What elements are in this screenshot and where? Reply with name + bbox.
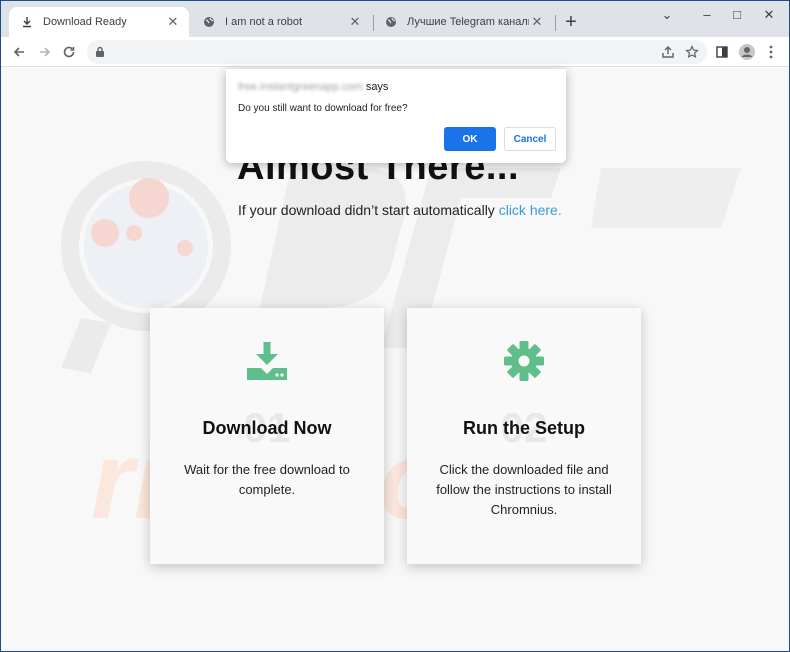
- step-description: Wait for the free download to complete.: [184, 462, 350, 497]
- share-icon[interactable]: [658, 42, 678, 62]
- tab-close-icon[interactable]: ✕: [529, 14, 545, 30]
- tab-separator: [555, 15, 556, 31]
- globe-icon: [383, 14, 399, 30]
- side-panel-icon[interactable]: [712, 42, 732, 62]
- step-card-setup: 02 Run the Setup Click the downloaded fi…: [407, 308, 641, 564]
- step-title: Run the Setup: [463, 418, 585, 438]
- bookmark-star-icon[interactable]: [682, 42, 702, 62]
- download-tray-icon: [150, 340, 384, 382]
- step-title: Download Now: [202, 418, 332, 438]
- click-here-link[interactable]: click here.: [499, 202, 562, 218]
- gear-icon: [407, 340, 641, 382]
- subtitle-text: If your download didn’t start automatica…: [238, 202, 495, 218]
- profile-avatar-icon[interactable]: [737, 42, 757, 62]
- tab-label: I am not a robot: [225, 16, 303, 28]
- confirm-dialog: free.instantgreenapp.com says Do you sti…: [226, 69, 566, 163]
- browser-toolbar: [1, 37, 789, 67]
- tab-i-am-not-a-robot[interactable]: I am not a robot ✕: [191, 7, 371, 37]
- dialog-says: says: [365, 81, 389, 93]
- tab-close-icon[interactable]: ✕: [347, 14, 363, 30]
- tab-strip: Download Ready ✕ I am not a robot ✕ Лучш…: [1, 1, 789, 37]
- tab-download-ready[interactable]: Download Ready ✕: [9, 7, 189, 37]
- dialog-message: Do you still want to download for free?: [238, 103, 408, 114]
- chevron-down-icon[interactable]: ⌄: [657, 7, 677, 25]
- download-icon: [19, 14, 35, 30]
- dialog-origin: free.instantgreenapp.com says: [238, 81, 388, 93]
- address-bar[interactable]: [87, 40, 707, 64]
- browser-window: Download Ready ✕ I am not a robot ✕ Лучш…: [0, 0, 790, 652]
- maximize-button[interactable]: □: [727, 7, 747, 25]
- menu-dots-icon[interactable]: [761, 42, 781, 62]
- forward-arrow-icon[interactable]: [35, 42, 55, 62]
- dialog-origin-domain: free.instantgreenapp.com: [238, 81, 363, 93]
- reload-icon[interactable]: [59, 42, 79, 62]
- close-window-button[interactable]: ✕: [759, 7, 779, 25]
- tab-label: Лучшие Telegram каналы | TOP: [407, 16, 529, 28]
- cancel-button[interactable]: Cancel: [504, 127, 556, 151]
- new-tab-button[interactable]: +: [561, 12, 581, 33]
- step-card-download: 01 Download Now Wait for the free downlo…: [150, 308, 384, 564]
- page-subtitle: If your download didn’t start automatica…: [238, 202, 562, 218]
- tab-label: Download Ready: [43, 16, 127, 28]
- lock-icon: [95, 45, 105, 63]
- step-description: Click the downloaded file and follow the…: [436, 462, 612, 517]
- back-arrow-icon[interactable]: [9, 42, 29, 62]
- globe-icon: [201, 14, 217, 30]
- tab-telegram[interactable]: Лучшие Telegram каналы | TOP ✕: [373, 7, 553, 37]
- tab-close-icon[interactable]: ✕: [165, 14, 181, 30]
- ok-button[interactable]: OK: [444, 127, 496, 151]
- minimize-button[interactable]: –: [697, 7, 717, 25]
